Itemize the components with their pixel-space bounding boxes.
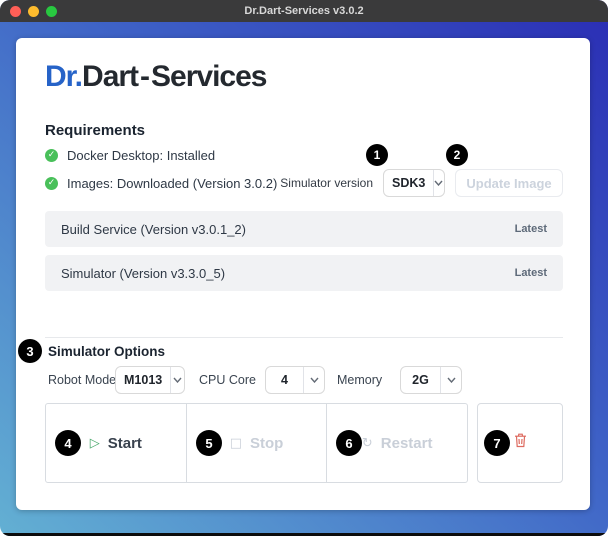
requirement-images-label: Images: Downloaded (Version 3.0.2): [67, 176, 277, 191]
restart-button-label: Restart: [381, 435, 433, 452]
app-logo: Dr.Dart-Services: [45, 60, 267, 94]
annotation-badge-2: 2: [446, 144, 468, 166]
simulator-version-label: Simulator version: [280, 176, 373, 190]
traffic-lights: [10, 6, 57, 17]
simulator-action-group: ▷ Start □ Stop ↻ Restart: [45, 403, 468, 483]
maximize-icon[interactable]: [46, 6, 57, 17]
simulator-options-heading: Simulator Options: [48, 344, 165, 359]
trash-icon: [514, 433, 527, 453]
simulator-version-row: Simulator version SDK3 Update Image: [280, 169, 563, 197]
play-icon: ▷: [90, 436, 100, 451]
memory-value: 2G: [401, 367, 440, 393]
cpu-core-label: CPU Core: [199, 366, 256, 394]
requirement-docker-label: Docker Desktop: Installed: [67, 148, 215, 163]
section-divider: [45, 337, 563, 338]
logo-name: Dart: [82, 60, 138, 93]
annotation-badge-7: 7: [484, 430, 510, 456]
annotation-badge-1: 1: [366, 144, 388, 166]
titlebar: Dr.Dart-Services v3.0.2: [0, 0, 608, 22]
check-icon: ✓: [45, 177, 58, 190]
annotation-badge-5: 5: [196, 430, 222, 456]
service-row-simulator: Simulator (Version v3.3.0_5) Latest: [45, 255, 563, 291]
minimize-icon[interactable]: [28, 6, 39, 17]
stop-button-label: Stop: [250, 435, 283, 452]
start-button-label: Start: [108, 435, 142, 452]
cpu-core-select[interactable]: 4: [265, 366, 325, 394]
memory-label: Memory: [337, 366, 382, 394]
requirement-docker: ✓ Docker Desktop: Installed: [45, 148, 215, 163]
status-badge: Latest: [515, 223, 547, 235]
annotation-badge-3: 3: [18, 339, 42, 363]
requirements-heading: Requirements: [45, 122, 145, 139]
close-icon[interactable]: [10, 6, 21, 17]
robot-model-select[interactable]: M1013: [115, 366, 185, 394]
status-badge: Latest: [515, 267, 547, 279]
robot-model-label: Robot Model: [48, 366, 119, 394]
robot-model-value: M1013: [116, 367, 170, 393]
simulator-options-controls: Robot Model M1013 CPU Core 4 Memory 2G: [16, 366, 590, 394]
logo-prefix: Dr.: [45, 60, 82, 93]
app-window: Dr.Dart-Services v3.0.2 Dr.Dart-Services…: [0, 0, 608, 536]
logo-separator: -: [138, 60, 151, 93]
service-name: Build Service (Version v3.0.1_2): [61, 222, 246, 237]
update-image-button[interactable]: Update Image: [455, 169, 563, 197]
chevron-down-icon: [434, 170, 444, 196]
chevron-down-icon: [441, 367, 461, 393]
cpu-core-value: 4: [266, 367, 303, 393]
restart-icon: ↻: [362, 436, 373, 451]
logo-suffix: Services: [151, 60, 266, 93]
chevron-down-icon: [171, 367, 184, 393]
stop-icon: □: [230, 436, 242, 451]
simulator-version-value: SDK3: [384, 170, 433, 196]
annotation-badge-4: 4: [55, 430, 81, 456]
memory-select[interactable]: 2G: [400, 366, 462, 394]
simulator-version-select[interactable]: SDK3: [383, 169, 445, 197]
service-name: Simulator (Version v3.3.0_5): [61, 266, 225, 281]
annotation-badge-6: 6: [336, 430, 362, 456]
window-title: Dr.Dart-Services v3.0.2: [244, 5, 363, 17]
chevron-down-icon: [304, 367, 324, 393]
requirement-images: ✓ Images: Downloaded (Version 3.0.2): [45, 176, 277, 191]
check-icon: ✓: [45, 149, 58, 162]
service-row-build: Build Service (Version v3.0.1_2) Latest: [45, 211, 563, 247]
